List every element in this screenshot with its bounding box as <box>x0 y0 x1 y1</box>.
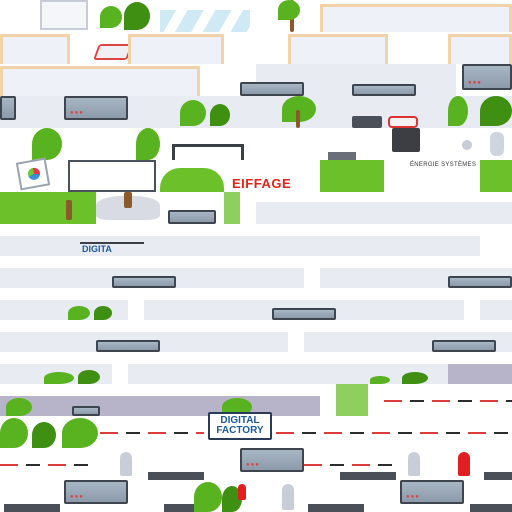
tree-icon <box>124 192 132 208</box>
white-gap <box>128 300 144 320</box>
brand-subtitle: ÉNERGIE SYSTÈMES <box>410 162 477 168</box>
digital-factory-sign-partial: DIGITA <box>82 244 112 254</box>
monitor-icon <box>352 84 416 96</box>
monitor-leds: ●●● <box>70 494 84 500</box>
monitor-leds: ●●● <box>246 462 260 468</box>
plant-icon <box>210 104 230 126</box>
monitor-icon: ●●● <box>462 64 512 90</box>
bollard-icon <box>282 484 294 510</box>
desk <box>0 66 200 96</box>
grass-patch <box>336 384 368 416</box>
plant-icon <box>0 418 28 448</box>
floor-marking <box>0 464 96 466</box>
monitor-leds: ●●● <box>406 494 420 500</box>
plant-icon <box>370 376 390 384</box>
floor-marking <box>276 432 512 434</box>
plant-icon <box>480 96 512 126</box>
grass-patch <box>160 168 224 192</box>
monitor-leds: ●●● <box>468 80 482 86</box>
monitor-icon <box>112 276 176 288</box>
plant-icon <box>32 422 56 448</box>
plant-icon <box>44 372 74 384</box>
monitor-icon <box>96 340 160 352</box>
desk <box>128 34 224 64</box>
plant-icon <box>448 96 468 126</box>
grass-patch <box>320 160 384 192</box>
monitor-icon <box>432 340 496 352</box>
white-gap <box>464 300 480 320</box>
bench-icon <box>148 472 204 480</box>
monitor-icon <box>272 308 336 320</box>
floor-panel <box>0 236 480 256</box>
plant-icon <box>180 100 206 126</box>
tree-icon <box>278 0 300 20</box>
grass-patch <box>224 192 240 224</box>
bollard-icon <box>120 452 132 476</box>
presentation-board-icon <box>15 157 51 191</box>
stool-icon <box>352 116 382 128</box>
sign-line-2: FACTORY <box>216 425 264 436</box>
sign-frame <box>80 242 144 244</box>
monitor-icon <box>240 82 304 96</box>
floor-panel <box>0 364 512 384</box>
floor-marking <box>384 400 512 402</box>
grey-dot <box>462 140 472 150</box>
desk <box>0 34 70 64</box>
plant-icon <box>136 128 160 160</box>
plant-icon <box>100 6 122 28</box>
digital-factory-sign: DIGITAL FACTORY <box>208 412 272 440</box>
bench-icon <box>4 504 60 512</box>
floor-marking <box>100 432 204 434</box>
bench-icon <box>308 504 364 512</box>
monitor-icon <box>448 276 512 288</box>
desk <box>320 4 512 32</box>
monitor-icon: ●●● <box>64 480 128 504</box>
bench-icon <box>484 472 512 480</box>
monitor-icon: ●●● <box>64 96 128 120</box>
plant-icon <box>68 306 90 320</box>
plant-icon <box>402 372 428 384</box>
brand-logo: EIFFAGE <box>232 176 292 191</box>
monitor-icon <box>72 406 100 416</box>
white-gap <box>288 332 304 352</box>
plant-icon <box>94 306 112 320</box>
whiteboard-icon <box>68 160 156 192</box>
plant-icon <box>194 482 222 512</box>
grass-patch <box>0 192 96 224</box>
monitor-leds: ●●● <box>70 110 84 116</box>
monitor-icon <box>0 96 16 120</box>
monitor-icon: ●●● <box>400 480 464 504</box>
plant-icon <box>6 398 32 416</box>
monitor-icon <box>168 210 216 224</box>
robot-arm-icon <box>490 132 504 156</box>
plant-icon <box>78 370 100 384</box>
floor-panel <box>256 202 512 224</box>
plant-icon <box>62 418 98 448</box>
bench-icon <box>340 472 396 480</box>
tv-screen-icon <box>172 144 244 160</box>
desk <box>448 34 512 64</box>
fire-hydrant-icon <box>458 452 470 476</box>
tree-icon <box>66 200 72 220</box>
glass-panels-icon <box>160 10 250 32</box>
fire-hydrant-icon <box>238 484 246 500</box>
bollard-icon <box>408 452 420 476</box>
cabinet-icon <box>40 0 88 30</box>
grass-patch <box>480 160 512 192</box>
monitor-icon: ●●● <box>240 448 304 472</box>
printer-icon <box>93 44 133 60</box>
plant-icon <box>124 2 150 30</box>
bench-icon <box>470 504 512 512</box>
coffee-machine-icon <box>392 128 420 152</box>
chart-pie-icon <box>27 166 41 181</box>
floor-marking <box>304 464 400 466</box>
coffee-machine-top <box>388 116 418 128</box>
lavender-band <box>448 364 512 384</box>
desk <box>288 34 388 64</box>
plant-icon <box>32 128 62 160</box>
white-gap <box>112 364 128 384</box>
lavender-band <box>0 396 320 416</box>
tree-icon <box>296 110 300 128</box>
